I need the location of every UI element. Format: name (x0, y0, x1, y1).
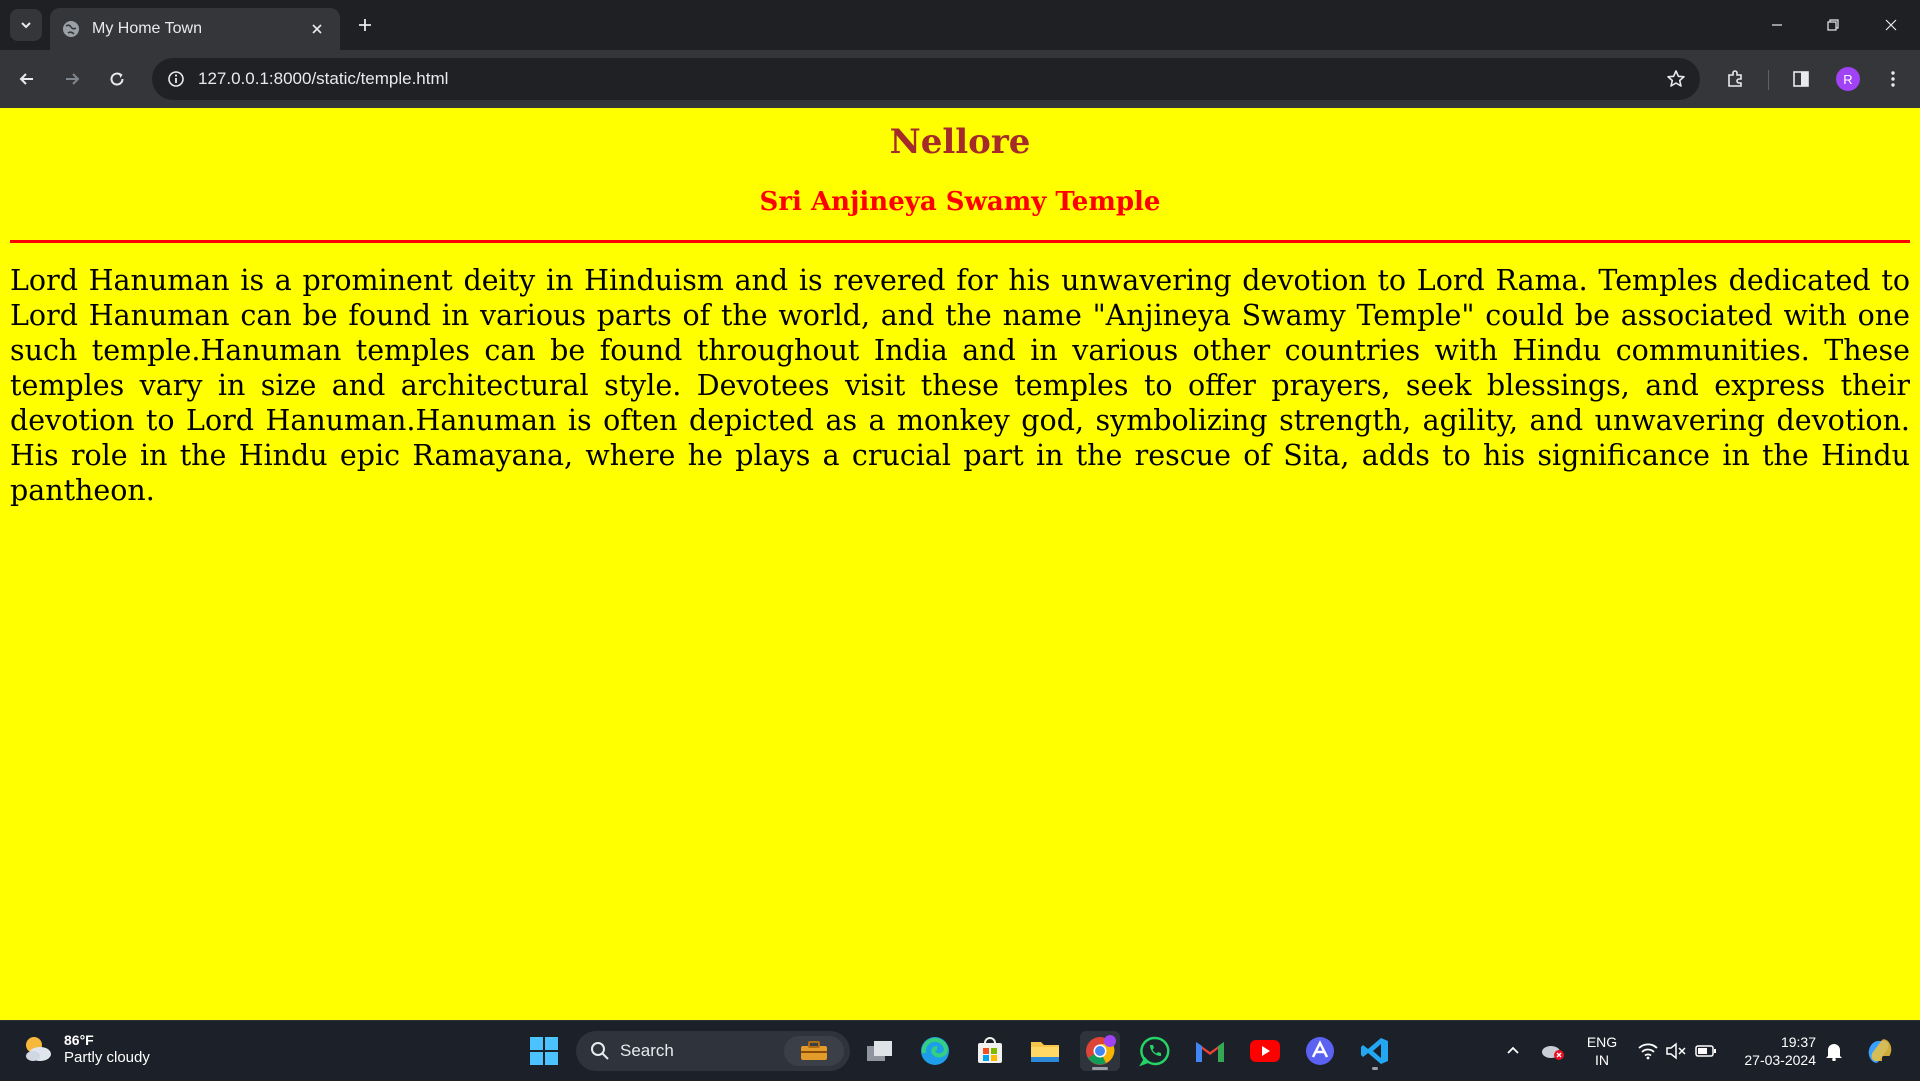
browser-titlebar: My Home Town (0, 0, 1920, 50)
partly-cloudy-icon (26, 1037, 51, 1061)
weather-widget[interactable]: 86°F Partly cloudy (20, 1031, 150, 1067)
more-vertical-icon (1891, 71, 1895, 87)
page-subtitle: Sri Anjineya Swamy Temple (759, 187, 1161, 217)
close-icon (1885, 19, 1897, 31)
bookmark-button[interactable] (1660, 63, 1692, 95)
tab-title: My Home Town (92, 20, 202, 37)
edge-app[interactable] (915, 1031, 955, 1071)
info-icon (168, 71, 184, 87)
search-highlight-badge (784, 1036, 844, 1066)
cloud-error-icon (1542, 1046, 1564, 1060)
edge-icon (921, 1037, 949, 1065)
chevron-down-icon (21, 22, 31, 29)
copilot-button[interactable] (1862, 1021, 1898, 1081)
file-explorer-app[interactable] (1025, 1031, 1065, 1071)
plus-icon (359, 19, 371, 31)
whatsapp-app[interactable] (1135, 1031, 1175, 1071)
onedrive-status[interactable] (1538, 1021, 1568, 1081)
chevron-up-icon (1507, 1046, 1519, 1054)
active-app-indicator (1092, 1067, 1108, 1070)
close-window-button[interactable] (1876, 10, 1906, 40)
side-panel-icon (1793, 71, 1809, 87)
vscode-icon (1361, 1038, 1388, 1064)
browser-menu-button[interactable] (1878, 64, 1908, 94)
temple-description: Lord Hanuman is a prominent deity in Hin… (10, 264, 1910, 507)
reload-icon (110, 72, 124, 86)
volume-status[interactable] (1664, 1021, 1688, 1081)
weather-temperature: 86°F (64, 1032, 94, 1048)
youtube-icon (1250, 1040, 1280, 1062)
battery-icon (1695, 1045, 1716, 1057)
toolbar-separator (1768, 70, 1769, 90)
minimize-icon (1772, 24, 1782, 26)
minimize-button[interactable] (1762, 10, 1792, 40)
horizontal-rule (10, 240, 1910, 243)
chrome-icon (1086, 1035, 1116, 1065)
region-code: IN (1595, 1052, 1609, 1068)
restore-button[interactable] (1818, 10, 1848, 40)
task-view-button[interactable] (860, 1031, 900, 1071)
youtube-app[interactable] (1245, 1031, 1285, 1071)
web-page-content: Nellore Sri Anjineya Swamy Temple Lord H… (0, 108, 1920, 1020)
windows-taskbar: 86°F Partly cloudy Search ENG IN 19:37 2… (0, 1020, 1920, 1080)
clock-time: 19:37 (1780, 1034, 1816, 1050)
clock-date: 27-03-2024 (1744, 1052, 1816, 1068)
forward-button[interactable] (57, 64, 87, 94)
vscode-app[interactable] (1355, 1031, 1395, 1071)
store-icon (978, 1037, 1002, 1063)
task-view-icon (867, 1041, 892, 1061)
gmail-icon (1196, 1042, 1224, 1062)
language-code: ENG (1586, 1034, 1618, 1050)
restore-icon (1827, 19, 1839, 31)
bell-icon (1826, 1044, 1842, 1061)
search-label: Search (620, 1041, 674, 1060)
star-icon (1667, 70, 1685, 87)
folder-icon (1031, 1042, 1059, 1062)
notifications-button[interactable] (1822, 1021, 1846, 1081)
start-button[interactable] (524, 1031, 564, 1071)
battery-status[interactable] (1694, 1021, 1718, 1081)
tab-search-button[interactable] (10, 9, 42, 41)
page-title: Nellore (889, 122, 1031, 162)
close-icon (312, 24, 322, 34)
reload-button[interactable] (102, 64, 132, 94)
profile-avatar[interactable]: R (1836, 67, 1860, 91)
taskbar-search[interactable]: Search (576, 1031, 850, 1071)
copilot-icon (1868, 1039, 1895, 1064)
globe-icon (63, 21, 79, 37)
network-status[interactable] (1636, 1021, 1660, 1081)
volume-muted-icon (1666, 1042, 1686, 1060)
extensions-button[interactable] (1720, 64, 1750, 94)
arrow-left-icon (19, 73, 33, 85)
arc-icon (1306, 1037, 1334, 1065)
whatsapp-icon (1139, 1036, 1170, 1067)
input-language-indicator[interactable]: ENG IN (1582, 1033, 1622, 1069)
open-app-indicator (1372, 1067, 1378, 1070)
tab-close-button[interactable] (306, 18, 328, 40)
briefcase-icon (801, 1041, 827, 1060)
arc-app[interactable] (1300, 1031, 1340, 1071)
side-panel-button[interactable] (1786, 64, 1816, 94)
new-tab-button[interactable] (352, 12, 378, 38)
tab-my-home-town[interactable]: My Home Town (50, 8, 340, 50)
address-url[interactable]: 127.0.0.1:8000/static/temple.html (198, 69, 1660, 89)
weather-condition: Partly cloudy (64, 1049, 150, 1066)
system-clock[interactable]: 19:37 27-03-2024 (1732, 1033, 1816, 1069)
arrow-right-icon (66, 73, 80, 85)
gmail-app[interactable] (1190, 1031, 1230, 1071)
windows-logo-icon (530, 1037, 558, 1065)
search-icon (591, 1042, 609, 1060)
address-bar[interactable]: 127.0.0.1:8000/static/temple.html (152, 58, 1700, 100)
site-info-button[interactable] (164, 67, 188, 91)
show-hidden-icons-button[interactable] (1500, 1021, 1526, 1081)
microsoft-store-app[interactable] (970, 1031, 1010, 1071)
back-button[interactable] (12, 64, 42, 94)
wifi-icon (1638, 1043, 1658, 1060)
puzzle-icon (1728, 70, 1742, 87)
browser-toolbar: 127.0.0.1:8000/static/temple.html (0, 50, 1920, 108)
chrome-app[interactable] (1080, 1031, 1120, 1071)
